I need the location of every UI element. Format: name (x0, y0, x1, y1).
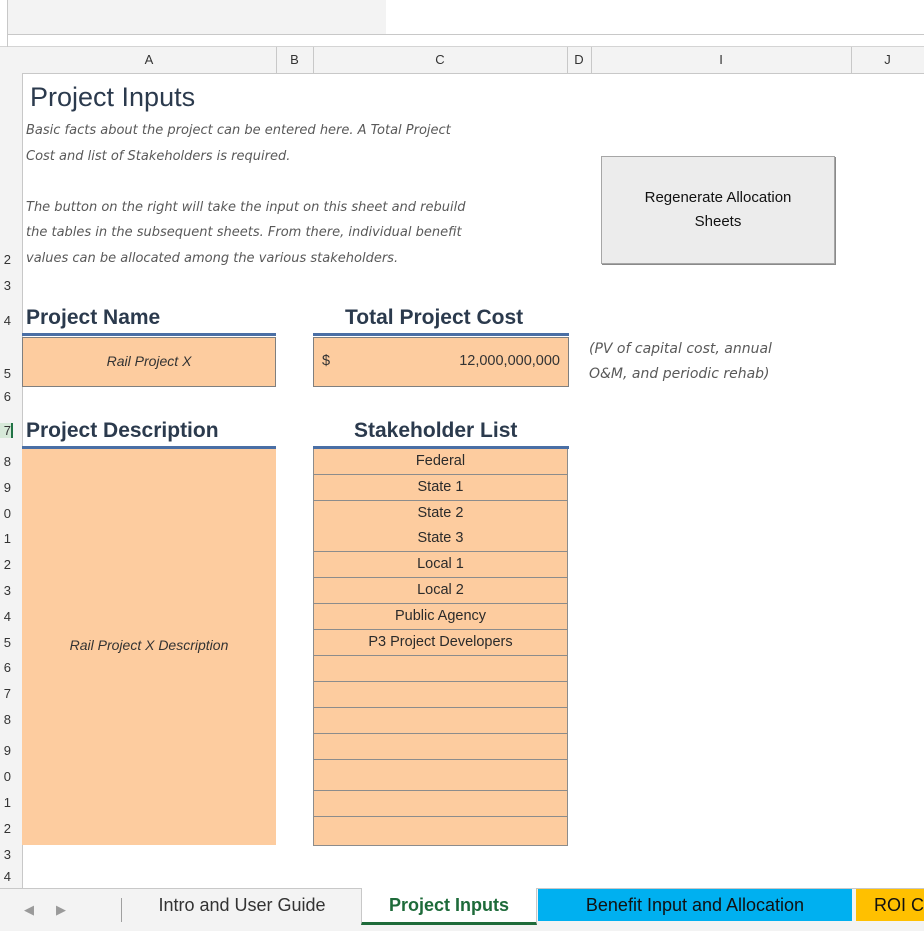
stakeholder-row[interactable]: State 3 (314, 526, 567, 552)
total-cost-note: (PV of capital cost, annual (589, 341, 772, 357)
intro-text-line: values can be allocated among the variou… (26, 251, 399, 266)
row-header[interactable]: 4 (0, 869, 11, 884)
stakeholder-row[interactable]: State 1 (314, 475, 567, 501)
total-cost-value: 12,000,000,000 (459, 353, 560, 369)
project-description-value: Rail Project X Description (69, 637, 229, 653)
tab-intro-and-user-guide[interactable]: Intro and User Guide (126, 889, 358, 921)
column-header-c[interactable]: C (313, 47, 568, 73)
row-header[interactable]: 4 (0, 313, 11, 328)
stakeholder-list-label: Stakeholder List (354, 419, 518, 442)
stakeholder-row[interactable]: Federal (314, 449, 567, 475)
column-header-j[interactable]: J (851, 47, 924, 73)
button-label-line: Sheets (694, 213, 742, 230)
tab-divider (121, 898, 122, 922)
intro-text-line: The button on the right will take the in… (26, 200, 466, 215)
currency-symbol: $ (322, 353, 331, 369)
row-header[interactable]: 6 (0, 660, 11, 675)
stakeholder-row[interactable]: State 2 (314, 501, 567, 527)
sheet-tab-bar: ◀ ▶ Intro and User Guide Project Inputs … (0, 888, 924, 931)
tab-project-inputs[interactable]: Project Inputs (361, 888, 537, 925)
stakeholder-row[interactable] (314, 734, 567, 760)
column-header-d[interactable]: D (567, 47, 592, 73)
name-box[interactable] (8, 0, 387, 35)
row-header[interactable]: 3 (0, 847, 11, 862)
tab-roi[interactable]: ROI C (856, 889, 924, 921)
row-header[interactable]: 7 (0, 686, 11, 701)
intro-text-line: the tables in the subsequent sheets. Fro… (26, 225, 462, 240)
row-header-selected[interactable]: 7 (0, 423, 13, 438)
project-name-field[interactable]: Rail Project X (22, 337, 276, 387)
stakeholder-row[interactable]: Public Agency (314, 604, 567, 630)
row-header[interactable]: 0 (0, 506, 11, 521)
stakeholder-row[interactable] (314, 682, 567, 708)
section-underline (22, 333, 276, 336)
scroll-tabs-left-icon[interactable]: ◀ (24, 889, 34, 931)
stakeholder-row[interactable] (314, 708, 567, 734)
column-header-a[interactable]: A (22, 47, 277, 73)
row-header[interactable]: 2 (0, 252, 11, 267)
project-name-value: Rail Project X (106, 353, 192, 369)
stakeholder-row[interactable] (314, 791, 567, 817)
column-header-i[interactable]: I (591, 47, 852, 73)
total-cost-note: O&M, and periodic rehab) (589, 366, 770, 382)
stakeholder-row[interactable] (314, 817, 567, 842)
row-header[interactable]: 6 (0, 389, 11, 404)
stakeholder-row[interactable]: Local 2 (314, 578, 567, 604)
project-name-label: Project Name (26, 306, 161, 329)
row-header[interactable]: 3 (0, 278, 11, 293)
row-header[interactable]: 0 (0, 769, 11, 784)
column-header-b[interactable]: B (276, 47, 314, 73)
formula-bar[interactable] (386, 0, 924, 35)
tab-benefit-input-and-allocation[interactable]: Benefit Input and Allocation (538, 889, 852, 921)
row-header[interactable]: 5 (0, 635, 11, 650)
row-header[interactable]: 2 (0, 557, 11, 572)
row-header[interactable]: 1 (0, 531, 11, 546)
scroll-tabs-right-icon[interactable]: ▶ (56, 889, 66, 931)
stakeholder-row[interactable] (314, 765, 567, 791)
row-header-strip: 2 3 4 5 6 7 8 9 0 1 2 3 4 5 6 7 8 9 0 1 … (0, 73, 23, 888)
regenerate-allocation-sheets-button[interactable]: Regenerate Allocation Sheets (601, 156, 835, 264)
row-header[interactable]: 9 (0, 743, 11, 758)
total-cost-field[interactable]: $ 12,000,000,000 (313, 337, 569, 387)
total-cost-label: Total Project Cost (345, 306, 524, 329)
row-header[interactable]: 8 (0, 712, 11, 727)
row-header[interactable]: 4 (0, 609, 11, 624)
row-header[interactable]: 3 (0, 583, 11, 598)
stakeholder-row[interactable] (314, 656, 567, 682)
row-header[interactable]: 1 (0, 795, 11, 810)
project-description-label: Project Description (26, 419, 219, 442)
stakeholder-list-table: Federal State 1 State 2 State 3 Local 1 … (313, 449, 568, 846)
stakeholder-row[interactable]: P3 Project Developers (314, 630, 567, 656)
page-title: Project Inputs (30, 82, 196, 112)
column-header-row: A B C D I J (8, 47, 924, 74)
button-label-line: Regenerate Allocation (644, 189, 792, 206)
project-description-field[interactable]: Rail Project X Description (22, 449, 276, 845)
section-underline (313, 333, 569, 336)
row-header[interactable]: 5 (0, 366, 11, 381)
row-header[interactable]: 8 (0, 454, 11, 469)
row-header[interactable]: 2 (0, 821, 11, 836)
row-header[interactable]: 9 (0, 480, 11, 495)
intro-text-line: Basic facts about the project can be ent… (26, 123, 451, 138)
intro-text-line: Cost and list of Stakeholders is require… (26, 149, 291, 164)
stakeholder-row[interactable]: Local 1 (314, 552, 567, 578)
